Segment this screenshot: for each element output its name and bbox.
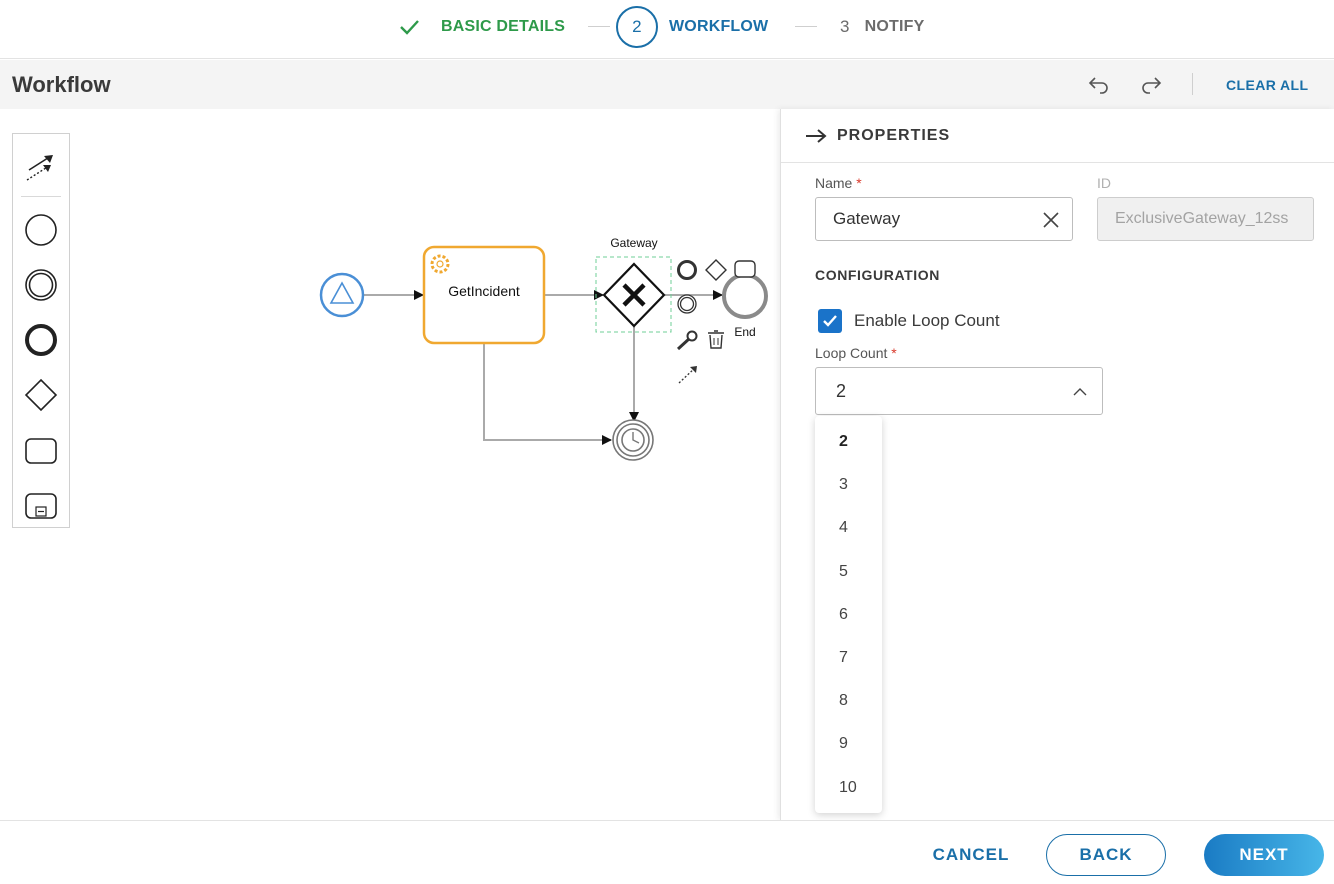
enable-loop-label[interactable]: Enable Loop Count bbox=[854, 311, 1000, 331]
loop-option[interactable]: 3 bbox=[815, 463, 882, 506]
name-value: Gateway bbox=[833, 209, 901, 228]
loop-option[interactable]: 7 bbox=[815, 636, 882, 679]
properties-header: PROPERTIES bbox=[781, 109, 1334, 163]
loop-option[interactable]: 10 bbox=[815, 766, 882, 809]
loop-option[interactable]: 6 bbox=[815, 593, 882, 636]
properties-title: PROPERTIES bbox=[837, 126, 951, 144]
loop-option[interactable]: 4 bbox=[815, 506, 882, 549]
end-event-icon bbox=[25, 324, 57, 356]
task-icon bbox=[25, 438, 57, 464]
chevron-up-icon bbox=[1072, 384, 1088, 400]
palette-end-event[interactable] bbox=[13, 316, 69, 364]
header-divider bbox=[1192, 73, 1193, 95]
undo-button[interactable] bbox=[1086, 71, 1112, 97]
page-title: Workflow bbox=[12, 72, 111, 97]
configuration-title: CONFIGURATION bbox=[815, 267, 940, 283]
step-label: NOTIFY bbox=[864, 18, 925, 35]
loop-count-label-text: Loop Count bbox=[815, 345, 888, 361]
step-connector bbox=[795, 26, 817, 27]
timer-event[interactable] bbox=[612, 419, 654, 461]
required-marker: * bbox=[891, 345, 897, 361]
loop-option[interactable]: 9 bbox=[815, 722, 882, 765]
footer-bar: CANCEL BACK NEXT bbox=[0, 820, 1334, 884]
palette-start-event[interactable] bbox=[13, 206, 69, 254]
enable-loop-checkbox[interactable] bbox=[818, 309, 842, 333]
gateway-icon bbox=[24, 378, 58, 412]
wizard-stepper: BASIC DETAILS 2 WORKFLOW 3 NOTIFY bbox=[0, 0, 1334, 59]
step-connector bbox=[588, 26, 610, 27]
id-label: ID bbox=[1097, 175, 1111, 191]
palette-subprocess[interactable] bbox=[13, 481, 69, 529]
wrench-icon[interactable] bbox=[676, 330, 698, 351]
clear-all-button[interactable]: CLEAR ALL bbox=[1226, 77, 1308, 93]
arrow-right-icon bbox=[806, 128, 827, 143]
check-icon bbox=[398, 17, 422, 37]
connect-tool-icon bbox=[26, 155, 53, 181]
loop-option[interactable]: 5 bbox=[815, 550, 882, 593]
palette-gateway[interactable] bbox=[13, 371, 69, 419]
redo-button[interactable] bbox=[1138, 71, 1164, 97]
id-field: ExclusiveGateway_12ss bbox=[1097, 197, 1314, 241]
step-basic-details[interactable]: BASIC DETAILS bbox=[398, 0, 565, 54]
workflow-header: Workflow CLEAR ALL bbox=[0, 60, 1334, 109]
intermediate-event-icon[interactable] bbox=[677, 294, 697, 314]
sequence-flow[interactable] bbox=[483, 344, 612, 445]
loop-option[interactable]: 2 bbox=[815, 420, 882, 463]
palette-task[interactable] bbox=[13, 426, 69, 474]
name-field[interactable]: Gateway bbox=[815, 197, 1073, 241]
end-label: End bbox=[734, 325, 756, 339]
connect-tool[interactable] bbox=[13, 142, 69, 190]
undo-icon bbox=[1088, 77, 1108, 94]
gateway-icon[interactable] bbox=[705, 259, 727, 281]
id-value: ExclusiveGateway_12ss bbox=[1115, 210, 1289, 227]
subprocess-icon bbox=[25, 493, 57, 519]
name-label: Name * bbox=[815, 175, 862, 191]
properties-panel: PROPERTIES Name * Gateway ID ExclusiveGa… bbox=[780, 109, 1334, 820]
back-button[interactable]: BACK bbox=[1046, 834, 1166, 876]
trash-icon[interactable] bbox=[708, 330, 724, 349]
task-label: GetIncident bbox=[448, 283, 520, 299]
step-number: 2 bbox=[616, 6, 658, 48]
diagram-canvas[interactable]: GetIncident Gateway End bbox=[0, 109, 780, 820]
checkmark-icon bbox=[823, 315, 837, 327]
clear-name-button[interactable] bbox=[1040, 209, 1062, 231]
palette-intermediate-event[interactable] bbox=[13, 261, 69, 309]
exclusive-gateway[interactable] bbox=[602, 262, 666, 328]
loop-count-select[interactable]: 2 bbox=[815, 367, 1103, 415]
start-event-icon bbox=[25, 214, 57, 246]
step-notify[interactable]: 3 NOTIFY bbox=[840, 0, 925, 54]
step-workflow[interactable]: 2 WORKFLOW bbox=[616, 0, 768, 54]
close-icon bbox=[1043, 212, 1059, 228]
palette-divider bbox=[21, 196, 61, 197]
loop-count-label: Loop Count * bbox=[815, 345, 897, 361]
tool-palette bbox=[12, 133, 70, 528]
step-label: BASIC DETAILS bbox=[441, 18, 566, 35]
start-event[interactable] bbox=[319, 272, 365, 318]
name-label-text: Name bbox=[815, 175, 853, 191]
connect-tool-icon[interactable] bbox=[678, 366, 697, 384]
step-label: WORKFLOW bbox=[669, 18, 769, 35]
bpmn-diagram bbox=[319, 245, 768, 461]
redo-icon bbox=[1142, 77, 1162, 94]
loop-count-dropdown: 2 3 4 5 6 7 8 9 10 bbox=[815, 416, 882, 813]
task-icon[interactable] bbox=[734, 260, 756, 278]
end-event-icon[interactable] bbox=[677, 260, 697, 280]
step-number: 3 bbox=[840, 17, 850, 36]
gateway-label: Gateway bbox=[610, 236, 658, 250]
loop-count-value: 2 bbox=[836, 380, 847, 401]
cancel-button[interactable]: CANCEL bbox=[924, 834, 1018, 876]
loop-option[interactable]: 8 bbox=[815, 679, 882, 722]
intermediate-event-icon bbox=[25, 269, 57, 301]
end-event[interactable] bbox=[722, 273, 768, 319]
required-marker: * bbox=[856, 175, 862, 191]
next-button[interactable]: NEXT bbox=[1204, 834, 1324, 876]
collapse-panel-button[interactable] bbox=[805, 126, 827, 146]
